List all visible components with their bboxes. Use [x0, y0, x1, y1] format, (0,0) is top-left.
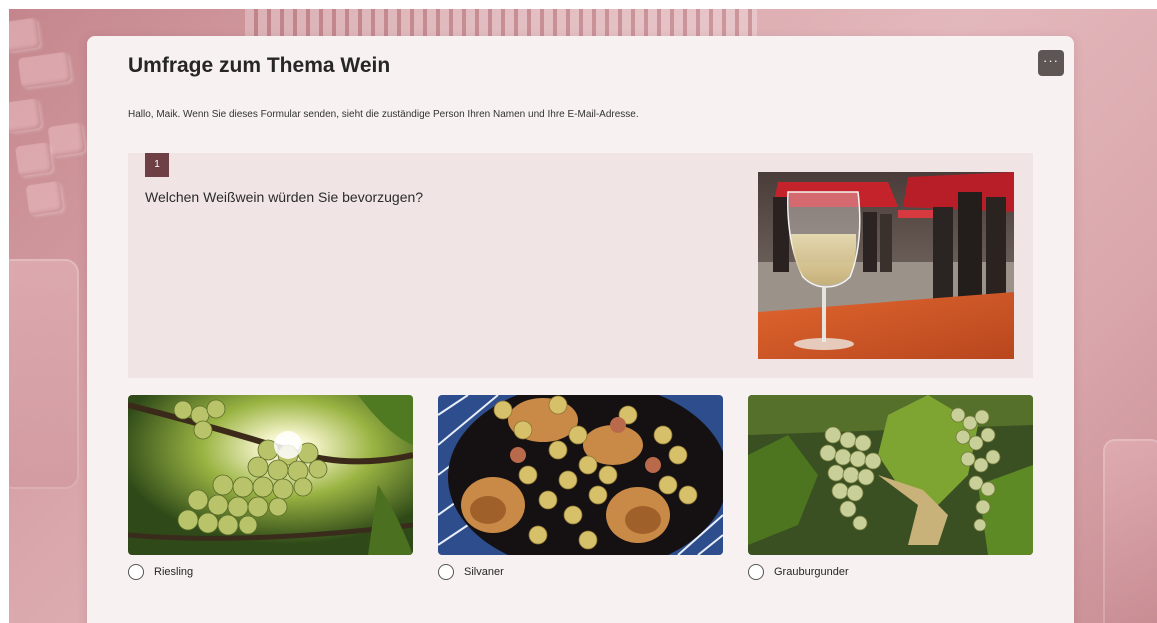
form-intro-text: Hallo, Maik. Wenn Sie dieses Formular se…: [128, 109, 639, 120]
option-label: Grauburgunder: [774, 566, 849, 578]
radio-button[interactable]: [438, 564, 454, 580]
background-tablet: [9, 259, 79, 489]
more-icon: ···: [1043, 53, 1059, 68]
background-phone: [1103, 439, 1157, 623]
form-card: ··· Umfrage zum Thema Wein Hallo, Maik. …: [87, 36, 1074, 623]
radio-button[interactable]: [128, 564, 144, 580]
option-label: Silvaner: [464, 566, 504, 578]
roast-chicken-grapes-photo: [438, 395, 723, 555]
grapes-vine-photo: [748, 395, 1033, 555]
option-grauburgunder-choice[interactable]: Grauburgunder: [748, 564, 849, 580]
option-riesling: Riesling: [128, 395, 413, 580]
option-silvaner-choice[interactable]: Silvaner: [438, 564, 504, 580]
option-silvaner: Silvaner: [438, 395, 723, 580]
radio-button[interactable]: [748, 564, 764, 580]
more-options-button[interactable]: ···: [1038, 50, 1064, 76]
question-text: Welchen Weißwein würden Sie bevorzugen?: [145, 189, 424, 205]
question-card: 1 Welchen Weißwein würden Sie bevorzugen…: [128, 153, 1033, 378]
answer-options: Riesling Silvaner Grauburgunder: [128, 395, 1033, 595]
wine-glass-market-photo: [758, 172, 1014, 359]
question-number-badge: 1: [145, 153, 169, 177]
form-title: Umfrage zum Thema Wein: [128, 54, 391, 77]
option-label: Riesling: [154, 566, 194, 578]
option-riesling-choice[interactable]: Riesling: [128, 564, 193, 580]
grapes-sunlight-photo: [128, 395, 413, 555]
option-grauburgunder: Grauburgunder: [748, 395, 1033, 580]
